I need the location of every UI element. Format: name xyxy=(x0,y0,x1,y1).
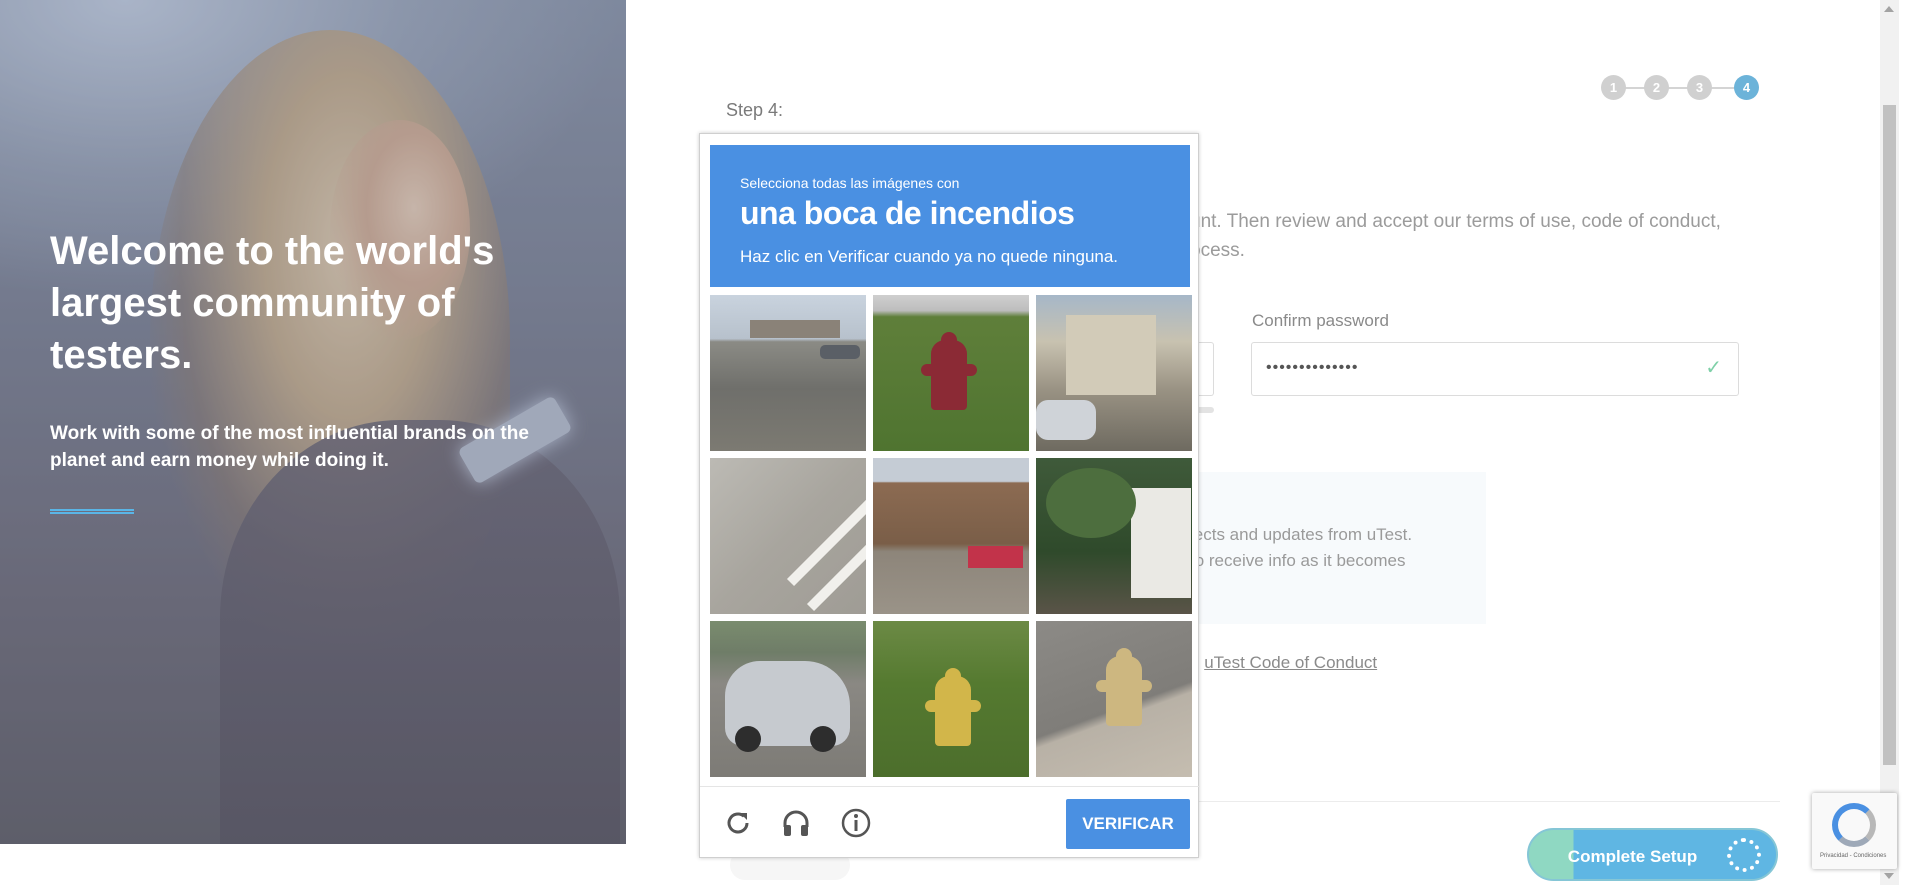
form-divider xyxy=(1190,801,1780,802)
captcha-tile-5[interactable] xyxy=(873,458,1029,614)
step-indicator-line xyxy=(1611,87,1751,89)
captcha-instruction-object: una boca de incendios xyxy=(740,195,1075,231)
confirm-password-field[interactable]: •••••••••••••• ✓ xyxy=(1251,342,1739,396)
scrollbar-thumb[interactable] xyxy=(1883,105,1896,765)
info-icon[interactable] xyxy=(840,807,872,839)
recaptcha-logo-icon xyxy=(1832,803,1876,847)
recaptcha-badge[interactable]: Privacidad - Condiciones xyxy=(1812,793,1897,869)
recaptcha-challenge: Selecciona todas las imágenes con una bo… xyxy=(699,133,1200,859)
step-intro-line-2: ocess. xyxy=(1190,240,1245,261)
captcha-tile-8[interactable] xyxy=(873,621,1029,777)
step-dot-1: 1 xyxy=(1601,75,1626,100)
step-label: Step 4: xyxy=(726,100,784,120)
scroll-up-arrow-icon[interactable] xyxy=(1884,6,1894,12)
reload-icon[interactable] xyxy=(722,807,754,839)
newsletter-optin-text: jects and updates from uTest. to receive… xyxy=(1190,522,1490,574)
recaptcha-badge-text[interactable]: Privacidad - Condiciones xyxy=(1820,853,1886,859)
captcha-instructions: Selecciona todas las imágenes con una bo… xyxy=(710,145,1190,287)
hero-title: Welcome to the world's largest community… xyxy=(50,229,495,377)
audio-headphones-icon[interactable] xyxy=(780,807,812,839)
step-dot-2: 2 xyxy=(1644,75,1669,100)
page-scrollbar[interactable] xyxy=(1880,0,1899,885)
captcha-tile-6[interactable] xyxy=(1036,458,1192,614)
confirm-password-label: Confirm password xyxy=(1252,311,1389,330)
check-icon: ✓ xyxy=(1705,357,1722,379)
optin-line-2: to receive info as it becomes xyxy=(1190,551,1406,570)
captcha-tile-4[interactable] xyxy=(710,458,866,614)
captcha-instruction-hint: Haz clic en Verificar cuando ya no quede… xyxy=(740,247,1119,266)
captcha-footer: VERIFICAR xyxy=(700,786,1200,859)
captcha-tile-7[interactable] xyxy=(710,621,866,777)
step-intro-line-1: unt. Then review and accept our terms of… xyxy=(1190,211,1721,232)
captcha-tile-3[interactable] xyxy=(1036,295,1192,451)
scroll-down-arrow-icon[interactable] xyxy=(1884,873,1894,879)
captcha-image-grid xyxy=(710,295,1192,777)
step-dot-4-active: 4 xyxy=(1734,75,1759,100)
optin-line-1: jects and updates from uTest. xyxy=(1190,525,1413,544)
captcha-tile-2[interactable] xyxy=(873,295,1029,451)
hero-panel: Welcome to the world's largest community… xyxy=(0,0,626,844)
step-indicator: 1 2 3 4 xyxy=(1601,75,1761,101)
captcha-instruction-small: Selecciona todas las imágenes con xyxy=(740,175,960,191)
loading-spinner-icon xyxy=(1727,838,1761,872)
captcha-tile-9[interactable] xyxy=(1036,621,1192,777)
code-of-conduct-agreement: e uTest Code of Conduct xyxy=(1190,653,1377,673)
page: { "hero": { "title": "Welcome to the wor… xyxy=(0,0,1920,885)
step-dot-3: 3 xyxy=(1687,75,1712,100)
verify-button[interactable]: VERIFICAR xyxy=(1066,799,1190,849)
step-intro-text: unt. Then review and accept our terms of… xyxy=(1190,207,1750,265)
hero-divider xyxy=(50,509,134,514)
hero-subtitle: Work with some of the most influential b… xyxy=(50,423,529,471)
code-of-conduct-link[interactable]: uTest Code of Conduct xyxy=(1204,653,1377,672)
captcha-tile-1[interactable] xyxy=(710,295,866,451)
confirm-password-value: •••••••••••••• xyxy=(1266,359,1359,376)
